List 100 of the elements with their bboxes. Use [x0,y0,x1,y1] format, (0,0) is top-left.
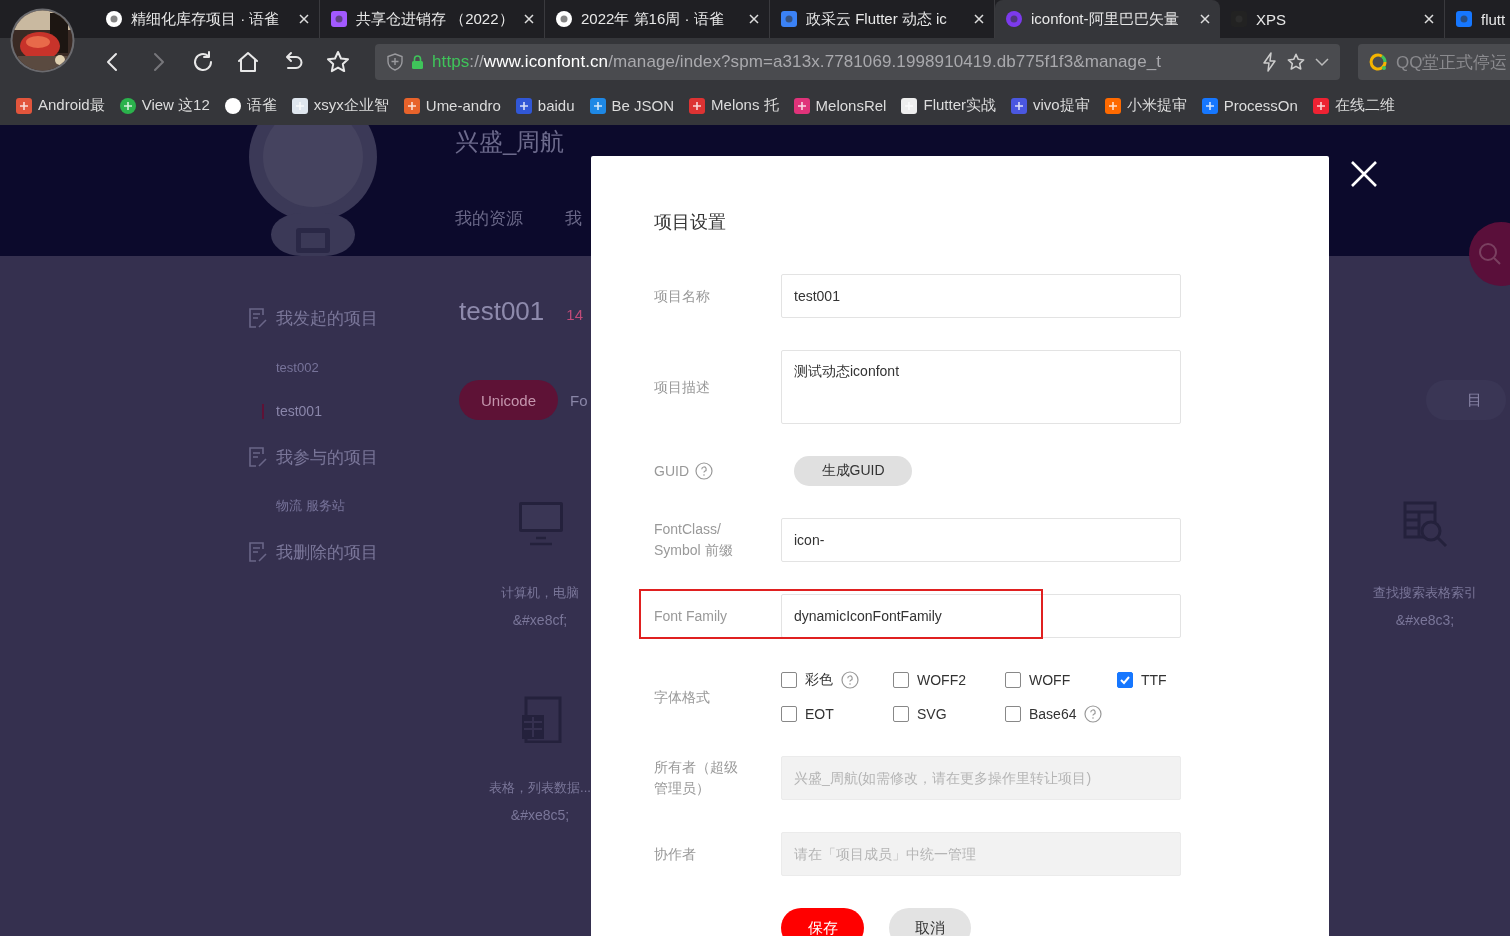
bookmark[interactable]: vivo提审 [1010,96,1090,115]
field-label: Font Family [654,606,729,626]
site-icon [290,96,309,115]
lightning-icon[interactable] [1262,52,1278,72]
close-icon[interactable] [974,14,984,24]
browser-tab[interactable]: XPS [1220,0,1445,38]
checkbox[interactable] [781,706,797,722]
close-icon[interactable] [749,14,759,24]
dialog-title: 项目设置 [654,211,727,234]
view-tab[interactable]: Fo [570,380,588,420]
bookmark[interactable]: 语雀 [223,96,277,115]
view-tab[interactable]: Unicode [459,380,558,420]
icon-code: &#xe8c5; [510,807,570,823]
sidebar-heading: 我删除的项目 [276,541,378,564]
close-icon[interactable] [1424,14,1434,24]
nav-link[interactable]: 我 [565,207,582,230]
bookmark[interactable]: MelonsRel [792,96,887,115]
chevron-icon[interactable] [1314,56,1330,68]
field-label: 项目名称 [654,286,711,306]
site-icon [780,10,798,28]
document-icon [248,307,268,329]
document-icon [248,446,268,468]
site-icon [402,96,421,115]
star-icon[interactable] [325,49,351,75]
checkbox[interactable] [1005,672,1021,688]
bookmark[interactable]: Be JSON [588,96,675,115]
help-icon[interactable] [695,462,713,480]
sidebar-heading: 我参与的项目 [276,446,378,469]
checkbox-label[interactable]: WOFF2 [917,672,966,688]
document-icon [248,541,268,563]
bookmark[interactable]: ProcessOn [1200,96,1298,115]
input-field[interactable]: test001 [781,274,1181,318]
nav-link[interactable]: 我的资源 [455,207,523,230]
checkbox[interactable] [1005,706,1021,722]
search-engine-icon [1368,52,1388,72]
site-icon [900,96,919,115]
checkbox[interactable] [1117,672,1133,688]
bookmark[interactable]: Flutter实战 [900,96,996,115]
site-icon [1010,96,1028,115]
bookmark[interactable]: View 这12 [118,96,210,115]
field-label: FontClass/ Symbol 前缀 [654,520,734,560]
site-icon [792,96,811,115]
close-icon[interactable] [1200,14,1210,24]
checkbox[interactable] [781,672,797,688]
site-icon [555,10,573,28]
checkbox[interactable] [893,672,909,688]
site-icon [118,96,137,115]
address-bar[interactable]: https://www.iconfont.cn/manage/index?spm=a313x.7781069.1998910419.db775f1f3&manage_t [375,44,1340,80]
close-icon[interactable] [299,14,309,24]
bookmark[interactable]: Android最 [15,96,105,115]
site-icon [688,96,707,115]
home-icon[interactable] [235,49,261,75]
input-field[interactable]: icon- [781,518,1181,562]
cancel-button[interactable]: 取消 [889,908,971,936]
lock-icon [411,54,424,70]
site-logo[interactable]: 兴盛_周航 [455,125,582,159]
site-icon [588,96,607,115]
sidebar-heading: 我发起的项目 [276,307,378,330]
site-icon [514,96,533,115]
browser-tab[interactable]: 2022年 第16周 · 语雀 [545,0,770,38]
save-button[interactable]: 保存 [781,908,864,936]
site-icon [330,10,348,28]
checkbox-label[interactable]: WOFF [1029,672,1071,688]
star-icon[interactable] [1286,52,1306,72]
checkbox-label[interactable]: TTF [1141,672,1167,688]
bookmark[interactable]: Melons 托 [688,96,779,115]
bookmark[interactable]: baidu [514,96,575,115]
bookmark[interactable]: Ume-andro [402,96,501,115]
browser-tab[interactable]: iconfont-阿里巴巴矢量 [995,0,1220,38]
bookmark[interactable]: 在线二维 [1311,96,1395,115]
field-label: 项目描述 [654,377,711,397]
site-icon [1005,10,1023,28]
browser-tab[interactable]: 政采云 Flutter 动态 ic [770,0,995,38]
bookmark[interactable]: xsyx企业智 [290,96,389,115]
checkbox[interactable] [893,706,909,722]
checkbox-label[interactable]: EOT [805,706,834,722]
browser-tab[interactable]: 共享仓进销存 （2022） [320,0,545,38]
bookmark[interactable]: 小米提审 [1103,96,1187,115]
icon-count: 14 [566,306,583,323]
checkbox-label[interactable]: 彩色 [805,671,833,689]
field-label: 所有者（超级管理员） [654,758,739,798]
checkbox-label[interactable]: SVG [917,706,947,722]
help-icon[interactable] [1084,705,1103,723]
generate-guid-button[interactable]: 生成GUID [794,456,912,486]
sidebar-item[interactable]: test001 [248,399,459,423]
browser-tab[interactable]: flutt [1445,0,1510,38]
search-icon [1477,241,1503,267]
help-icon[interactable] [841,671,859,689]
site-icon [1103,96,1122,115]
input-field[interactable]: dynamicIconFontFamily [781,594,1181,638]
browser-tab[interactable]: 精细化库存项目 · 语雀 [95,0,320,38]
url-text[interactable]: https://www.iconfont.cn/manage/index?spm=a313x.7781069.1998910419.db775f1f3&manage_t [432,52,1254,72]
close-icon[interactable] [524,14,534,24]
field-label: 协作者 [654,844,697,864]
checkbox-label[interactable]: Base64 [1029,706,1077,722]
shield-icon[interactable] [387,53,403,71]
icon-label: 计算机，电脑 [501,584,579,602]
site-icon [1200,96,1219,115]
description-field[interactable]: 测试动态iconfont [781,350,1181,424]
site-icon [15,96,33,115]
